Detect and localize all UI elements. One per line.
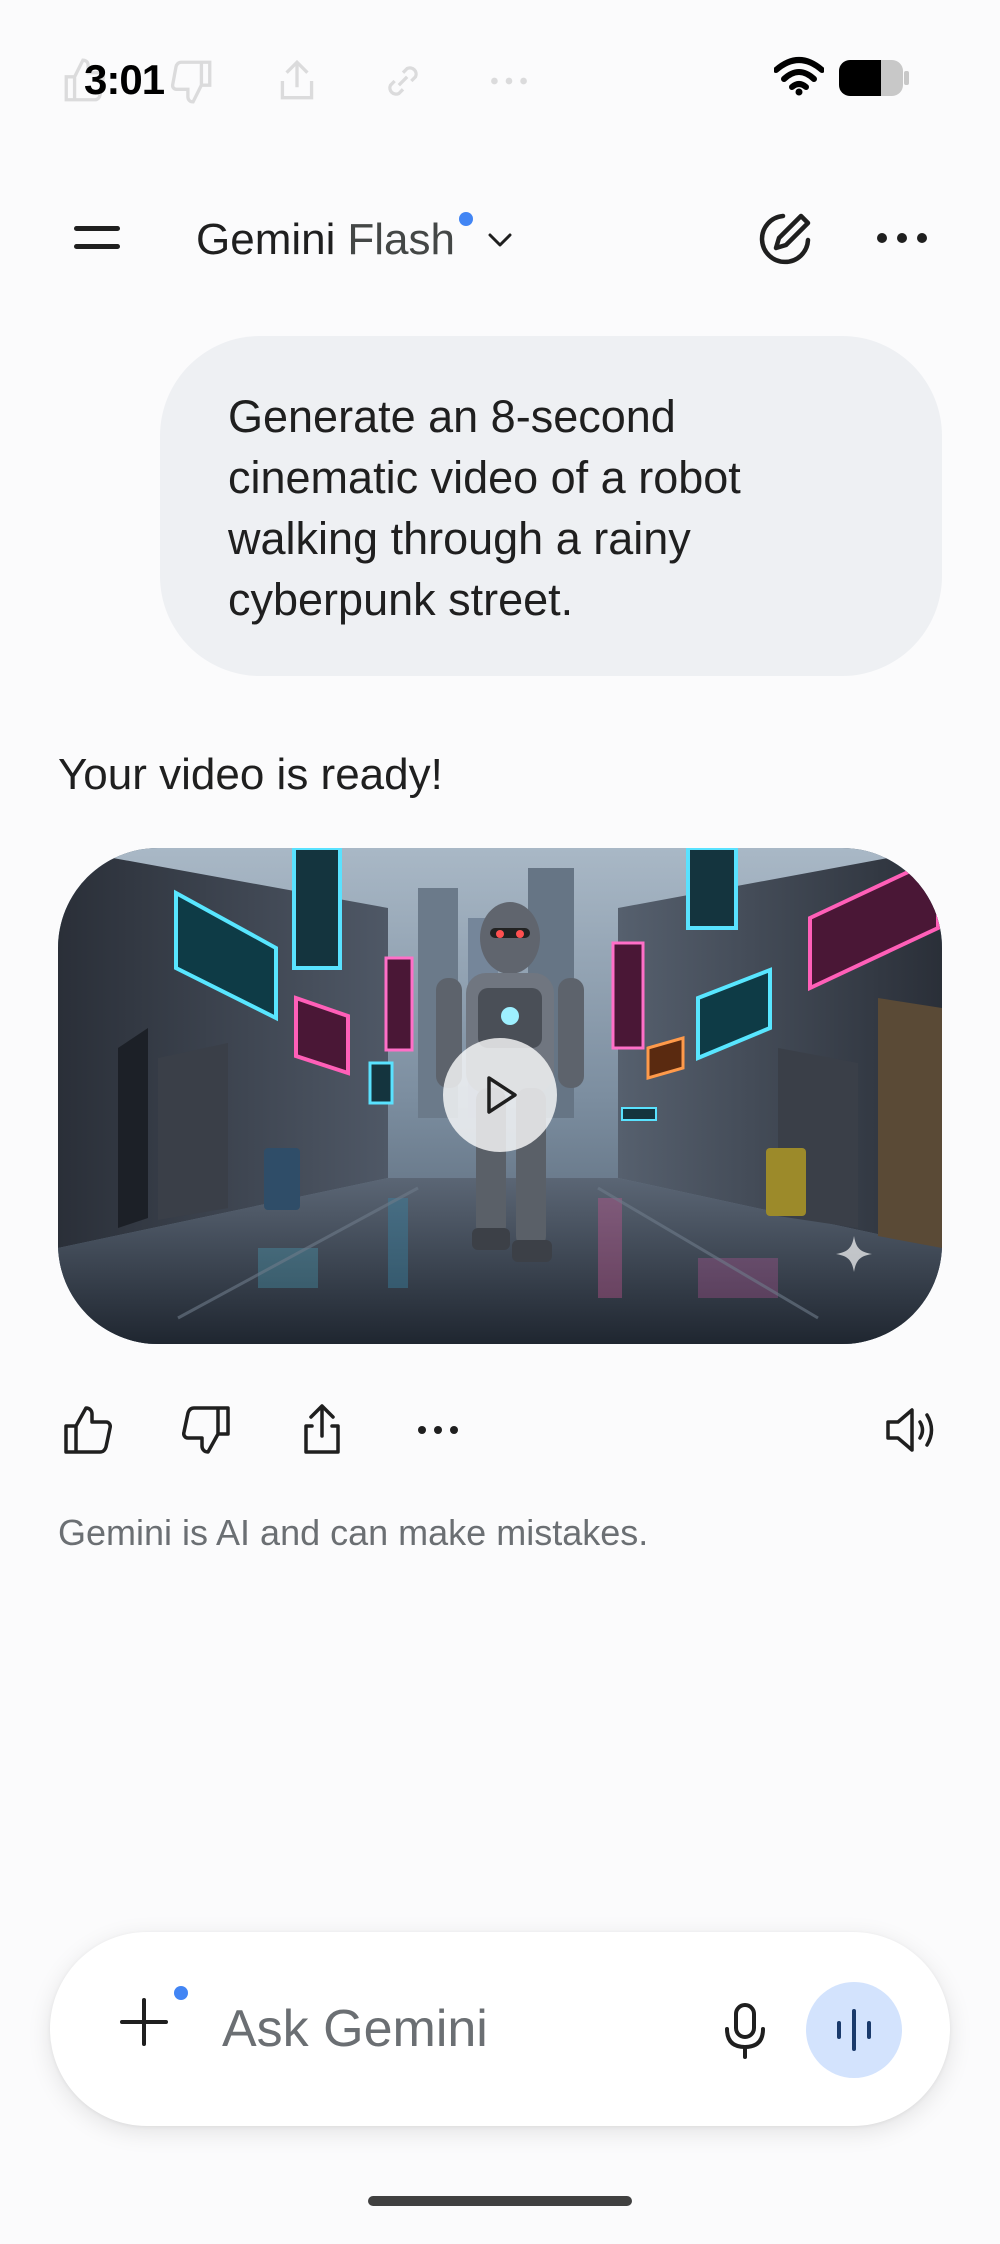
thumb-up-button[interactable]	[58, 1400, 118, 1460]
disclaimer-text: Gemini is AI and can make mistakes.	[58, 1512, 649, 1553]
add-attachment-button[interactable]	[116, 1994, 186, 2064]
chevron-down-icon	[488, 233, 512, 247]
share-button[interactable]	[292, 1400, 352, 1460]
ghost-thumb-down-icon	[170, 60, 212, 104]
wifi-icon	[774, 57, 824, 96]
play-button[interactable]	[443, 1038, 557, 1152]
more-icon[interactable]	[874, 226, 930, 250]
model-name: Gemini	[196, 215, 336, 264]
menu-icon[interactable]	[70, 216, 126, 260]
new-indicator-dot	[458, 212, 473, 226]
share-icon	[304, 1404, 340, 1454]
home-indicator	[368, 2196, 632, 2206]
speaker-icon	[886, 1408, 934, 1452]
play-icon	[487, 1076, 517, 1114]
voice-input-button[interactable]	[710, 1996, 780, 2066]
live-mode-button[interactable]	[806, 1982, 902, 2078]
read-aloud-button[interactable]	[882, 1400, 942, 1460]
prompt-input-bar	[50, 1932, 950, 2126]
thumb-down-icon	[182, 1406, 230, 1454]
response-heading: Your video is ready!	[58, 750, 443, 799]
new-chat-icon[interactable]	[756, 210, 814, 268]
more-options-button[interactable]	[408, 1400, 468, 1460]
video-player[interactable]	[58, 848, 942, 1344]
gemini-chat-screen: 3:01 Gemini Flash Generate an 8-second c…	[0, 0, 1000, 2244]
ghost-link-icon	[388, 66, 418, 96]
live-icon	[837, 2009, 871, 2051]
status-time: 3:01	[84, 56, 165, 103]
top-bar: Gemini Flash	[0, 190, 1000, 286]
sparkle-icon	[836, 1236, 872, 1272]
battery-icon	[839, 60, 909, 96]
ask-gemini-input[interactable]	[222, 1996, 722, 2062]
model-selector[interactable]: Gemini Flash	[196, 210, 515, 270]
user-message-bubble: Generate an 8-second cinematic video of …	[160, 336, 942, 676]
ghost-more-icon	[491, 77, 527, 85]
more-icon	[418, 1426, 458, 1434]
plus-icon	[120, 1998, 168, 2046]
new-indicator-dot	[174, 1986, 188, 2000]
status-bar: 3:01	[0, 0, 1000, 160]
mic-icon	[725, 2003, 765, 2059]
thumb-up-icon	[64, 1406, 112, 1454]
ghost-share-icon	[280, 59, 314, 100]
thumb-down-button[interactable]	[176, 1400, 236, 1460]
response-actions	[0, 1400, 1000, 1470]
model-variant: Flash	[347, 215, 455, 264]
